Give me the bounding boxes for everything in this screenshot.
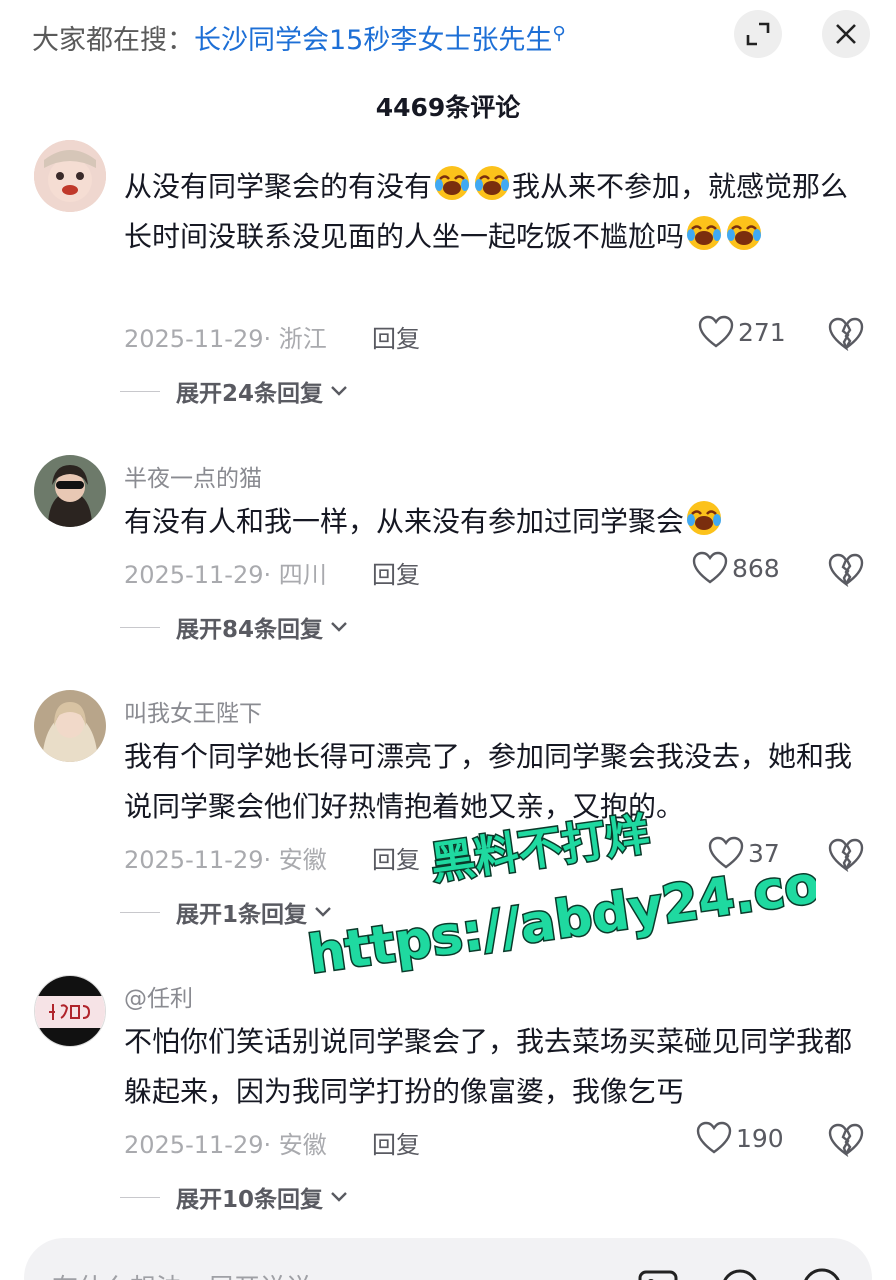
avatar-image — [34, 455, 106, 527]
comment-text: 不怕你们笑话别说同学聚会了，我去菜场买菜碰见同学我都躲起来，因为我同学打扮的像富… — [124, 1025, 853, 1108]
reply-button[interactable]: 回复 — [372, 555, 420, 590]
comment-date: 2025-11-29 — [124, 1131, 264, 1159]
reply-button[interactable]: 回复 — [372, 319, 420, 354]
comment-meta: 2025-11-29· 四川 — [124, 561, 327, 589]
comment-location: 浙江 — [278, 325, 327, 353]
expand-replies-label: 展开1条回复 — [176, 902, 308, 928]
comment-location: 安徽 — [278, 1131, 327, 1159]
mention-icon[interactable] — [718, 1266, 762, 1280]
comment-username[interactable]: @任利 — [124, 979, 193, 1013]
comment-text: 从没有同学聚会的有没有 我从来不参加，就感觉那么长时间没联系没见面的人坐一起吃饭不… — [124, 162, 854, 262]
comment-text: 有没有人和我一样，从来没有参加过同学聚会 — [124, 497, 854, 547]
expand-replies-button[interactable]: 展开84条回复 — [120, 610, 349, 644]
laugh-cry-emoji-icon — [725, 214, 763, 252]
watermark-line1: 黑料不打烊 — [428, 809, 653, 890]
comment-date: 2025-11-29 — [124, 325, 264, 353]
like-button[interactable]: 271 — [698, 315, 786, 349]
comment-meta: 2025-11-29· 浙江 — [124, 325, 327, 353]
avatar[interactable] — [34, 455, 106, 527]
expand-replies-button[interactable]: 展开24条回复 — [120, 374, 349, 408]
avatar-image — [34, 140, 106, 212]
avatar-image — [34, 690, 106, 762]
comment-date: 2025-11-29 — [124, 846, 264, 874]
heart-icon — [696, 1121, 732, 1154]
like-count: 271 — [738, 317, 786, 347]
expand-replies-label: 展开84条回复 — [176, 617, 324, 643]
divider — [120, 1196, 160, 1198]
heart-icon — [692, 551, 728, 584]
search-query-link[interactable]: 长沙同学会15秒李女士张先生 — [194, 25, 552, 56]
search-prefix: 大家都在搜： — [32, 25, 194, 56]
image-icon[interactable] — [636, 1266, 680, 1280]
expand-replies-label: 展开10条回复 — [176, 1187, 324, 1213]
search-suggestion[interactable]: 大家都在搜：长沙同学会15秒李女士张先生⚲ — [32, 14, 566, 61]
comment-meta: 2025-11-29· 安徽 — [124, 1131, 327, 1159]
dislike-button[interactable] — [828, 553, 864, 591]
laugh-cry-emoji-icon — [685, 214, 723, 252]
comment-list[interactable]: 从没有同学聚会的有没有 我从来不参加，就感觉那么长时间没联系没见面的人坐一起吃饭不… — [0, 140, 896, 1220]
divider — [120, 390, 160, 392]
comment-count: 4469条评论 — [375, 93, 521, 122]
comment-input-bar: 有什么想法，展开说说 — [0, 1220, 896, 1280]
heart-icon — [698, 315, 734, 348]
divider — [120, 911, 160, 913]
broken-heart-icon — [828, 1123, 864, 1158]
like-button[interactable]: 868 — [692, 551, 780, 585]
avatar[interactable] — [34, 690, 106, 762]
comment-date: 2025-11-29 — [124, 561, 264, 589]
broken-heart-icon — [828, 553, 864, 588]
comment-input[interactable]: 有什么想法，展开说说 — [24, 1238, 872, 1280]
broken-heart-icon — [828, 838, 864, 873]
laugh-cry-emoji-icon — [473, 164, 511, 202]
expand-button[interactable] — [734, 10, 782, 58]
like-count: 190 — [736, 1123, 784, 1153]
laugh-cry-emoji-icon — [685, 499, 723, 537]
comment-username[interactable]: 半夜一点的猫 — [124, 459, 262, 493]
search-icon: ⚲ — [552, 23, 566, 44]
expand-icon — [746, 22, 770, 46]
comment-location: 四川 — [278, 561, 327, 589]
comment-input-placeholder: 有什么想法，展开说说 — [52, 1268, 312, 1280]
dislike-button[interactable] — [828, 1123, 864, 1161]
chevron-down-icon — [331, 622, 347, 632]
close-button[interactable] — [822, 10, 870, 58]
comment-username[interactable]: 叫我女王陛下 — [124, 694, 262, 728]
comments-header: 大家都在搜：长沙同学会15秒李女士张先生⚲ 4469条评论 — [0, 0, 896, 140]
like-button[interactable]: 190 — [696, 1121, 784, 1155]
avatar[interactable] — [34, 140, 106, 212]
like-count: 868 — [732, 553, 780, 583]
emoji-icon[interactable] — [800, 1266, 844, 1280]
chevron-down-icon — [331, 1192, 347, 1202]
watermark-overlay: 黑料不打烊 https://abdy24.com — [303, 807, 816, 980]
avatar[interactable] — [34, 975, 106, 1047]
broken-heart-icon — [828, 317, 864, 352]
chevron-down-icon — [331, 386, 347, 396]
expand-replies-button[interactable]: 展开10条回复 — [120, 1180, 349, 1214]
expand-replies-label: 展开24条回复 — [176, 381, 324, 407]
reply-button[interactable]: 回复 — [372, 1125, 420, 1160]
dislike-button[interactable] — [828, 317, 864, 355]
close-icon — [836, 24, 856, 44]
dislike-button[interactable] — [828, 838, 864, 876]
avatar-image — [35, 976, 105, 1046]
divider — [120, 626, 160, 628]
laugh-cry-emoji-icon — [433, 164, 471, 202]
